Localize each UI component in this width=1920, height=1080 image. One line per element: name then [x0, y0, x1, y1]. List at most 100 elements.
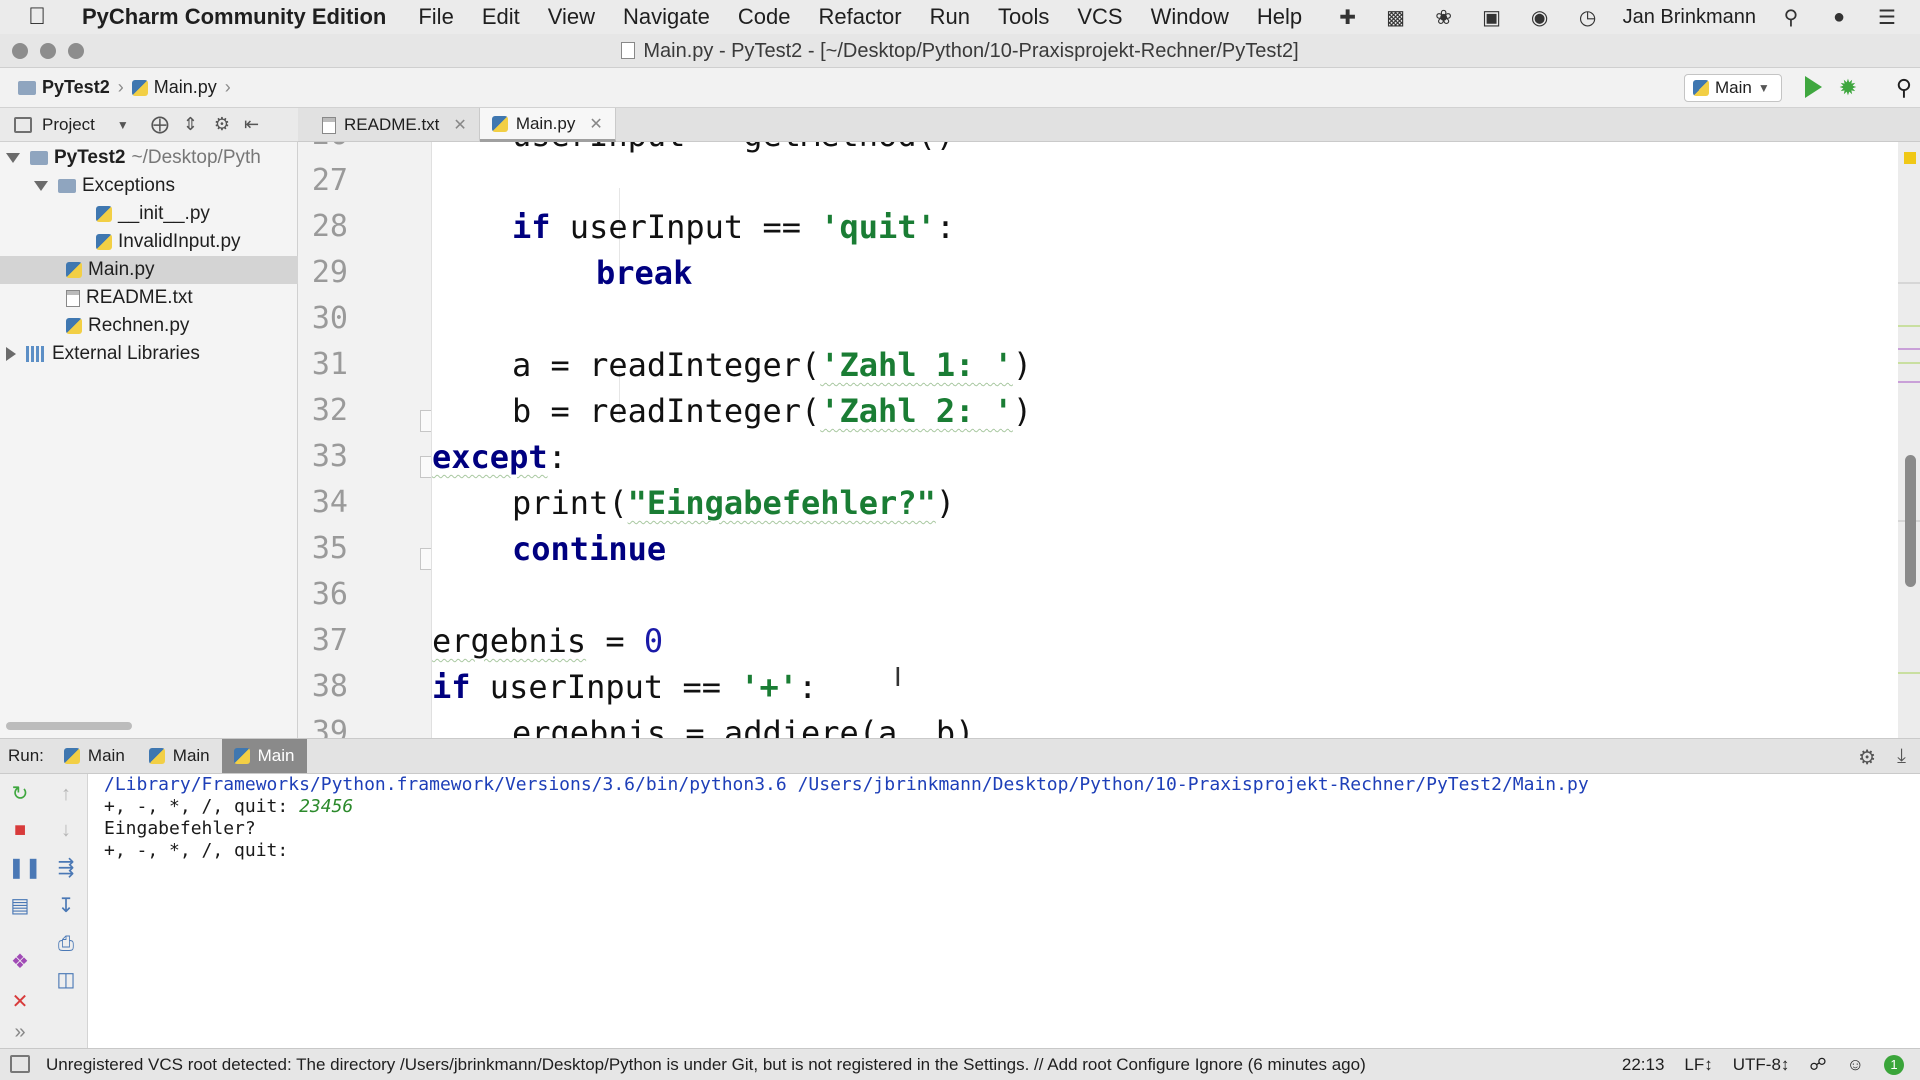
tree-item-rechnen[interactable]: Rechnen.py: [0, 312, 298, 340]
run-console[interactable]: /Library/Frameworks/Python.framework/Ver…: [88, 774, 1920, 1048]
code-text: ): [1012, 346, 1033, 384]
close-icon[interactable]: ✕: [589, 114, 602, 134]
tab-readme[interactable]: README.txt ✕: [310, 108, 480, 142]
code-string: '+': [740, 668, 799, 706]
menu-window[interactable]: Window: [1151, 4, 1229, 30]
settings-icon[interactable]: ⚙: [214, 114, 230, 135]
search-icon[interactable]: ⚲: [1896, 75, 1912, 101]
expand-arrow-icon[interactable]: [6, 347, 16, 361]
apple-icon[interactable]: : [28, 3, 68, 31]
run-configuration-select[interactable]: Main ▼: [1684, 74, 1782, 102]
spotlight-search-icon[interactable]: ⚲: [1778, 6, 1804, 29]
pause-icon[interactable]: ❚❚: [8, 856, 42, 880]
down-arrow-icon[interactable]: ↓: [54, 818, 78, 842]
menu-view[interactable]: View: [548, 4, 595, 30]
chat-icon[interactable]: ◉: [1527, 6, 1553, 29]
menu-edit[interactable]: Edit: [482, 4, 520, 30]
siri-icon[interactable]: ●: [1826, 6, 1852, 28]
app-menu[interactable]: PyCharm Community Edition: [82, 4, 386, 30]
menu-tools[interactable]: Tools: [998, 4, 1049, 30]
run-icon[interactable]: [1805, 76, 1822, 98]
close-icon[interactable]: ✕: [453, 115, 466, 135]
caret-position[interactable]: 22:13: [1622, 1055, 1665, 1075]
restore-layout-icon[interactable]: ▤: [8, 894, 32, 918]
chevron-down-icon[interactable]: ▼: [117, 118, 129, 132]
tree-item-exceptions[interactable]: Exceptions: [0, 172, 298, 200]
debug-icon[interactable]: ✹: [1836, 76, 1860, 100]
fold-marker-icon[interactable]: [420, 410, 431, 432]
settings-icon[interactable]: ⚙: [1858, 745, 1876, 770]
error-stripe-marker[interactable]: [1898, 672, 1920, 674]
lock-icon[interactable]: ☍: [1809, 1055, 1826, 1075]
inspector-icon[interactable]: ☺: [1847, 1055, 1864, 1075]
camera-icon[interactable]: ▣: [1479, 6, 1505, 29]
error-stripe-marker[interactable]: [1898, 325, 1920, 327]
tree-item-label: README.txt: [86, 287, 193, 308]
stop-icon[interactable]: ■: [8, 818, 32, 842]
notification-center-icon[interactable]: ☰: [1874, 6, 1900, 29]
menu-vcs[interactable]: VCS: [1077, 4, 1122, 30]
breadcrumb-file[interactable]: Main.py: [128, 77, 221, 98]
menu-code[interactable]: Code: [738, 4, 791, 30]
tab-main[interactable]: Main.py ✕: [479, 108, 616, 142]
expand-arrow-icon[interactable]: [34, 181, 48, 191]
rerun-icon[interactable]: ↻: [8, 782, 32, 806]
adobe-icon[interactable]: ▩: [1383, 6, 1409, 29]
soft-wrap-icon[interactable]: ⇶: [54, 856, 78, 880]
fold-marker-icon[interactable]: [420, 456, 431, 478]
user-name[interactable]: Jan Brinkmann: [1623, 6, 1756, 29]
tree-item-readme[interactable]: README.txt: [0, 284, 298, 312]
collapse-all-icon[interactable]: ⇕: [183, 114, 198, 135]
toggle-tool-windows-icon[interactable]: [10, 1055, 30, 1073]
horizontal-scrollbar[interactable]: [6, 722, 132, 730]
error-stripe-marker[interactable]: [1898, 348, 1920, 350]
tree-item-main[interactable]: Main.py: [0, 256, 298, 284]
error-stripe-marker[interactable]: [1898, 362, 1920, 364]
menu-run[interactable]: Run: [930, 4, 970, 30]
code-string: "Eingabefehler?": [627, 484, 936, 522]
breadcrumb-separator-icon: ›: [224, 77, 231, 97]
line-separator-select[interactable]: LF↕: [1684, 1055, 1712, 1075]
expand-arrow-icon[interactable]: [6, 153, 20, 163]
scroll-to-end-icon[interactable]: ↧: [54, 894, 78, 918]
tree-item-external-libraries[interactable]: External Libraries: [0, 340, 298, 368]
up-arrow-icon[interactable]: ↑: [54, 782, 78, 806]
pin-icon[interactable]: ❖: [8, 950, 32, 974]
close-icon[interactable]: ✕: [8, 990, 32, 1014]
error-stripe-marker[interactable]: [1898, 282, 1920, 284]
console-output: Eingabefehler?: [104, 818, 256, 839]
tree-item-init[interactable]: __init__.py: [0, 200, 298, 228]
menu-file[interactable]: File: [418, 4, 453, 30]
vertical-scrollbar[interactable]: [1905, 455, 1916, 587]
encoding-select[interactable]: UTF-8↕: [1733, 1055, 1790, 1075]
run-tab-2[interactable]: Main: [137, 739, 222, 773]
status-message[interactable]: Unregistered VCS root detected: The dire…: [46, 1055, 1366, 1075]
warning-indicator-icon[interactable]: [1904, 152, 1916, 164]
scroll-from-source-icon[interactable]: ⨁: [151, 114, 169, 135]
print-icon[interactable]: ⎙: [54, 932, 78, 956]
leaf-icon[interactable]: ❀: [1431, 6, 1457, 29]
clear-trash-icon[interactable]: ◫: [54, 968, 78, 992]
menu-help[interactable]: Help: [1257, 4, 1302, 30]
tree-item-label: External Libraries: [52, 343, 200, 364]
fold-marker-icon[interactable]: [420, 548, 431, 570]
menu-refactor[interactable]: Refactor: [818, 4, 901, 30]
hide-panel-icon[interactable]: ⤓: [1897, 745, 1906, 768]
hide-panel-icon[interactable]: ⇤: [244, 114, 259, 135]
menu-navigate[interactable]: Navigate: [623, 4, 710, 30]
run-tab-3[interactable]: Main: [221, 739, 307, 773]
tree-item-invalidinput[interactable]: InvalidInput.py: [0, 228, 298, 256]
breadcrumb-project[interactable]: PyTest2: [14, 77, 114, 98]
more-icon[interactable]: »: [8, 1020, 32, 1044]
tree-item-label: Exceptions: [82, 175, 175, 196]
run-tab-label: Main: [172, 746, 210, 765]
run-tab-1[interactable]: Main: [52, 739, 137, 773]
code-text: =: [586, 622, 644, 660]
event-log-badge[interactable]: 1: [1884, 1055, 1904, 1075]
error-stripe-marker[interactable]: [1898, 381, 1920, 383]
tree-item-pytest2[interactable]: PyTest2 ~/Desktop/Pyth: [0, 144, 298, 172]
plus-cross-icon[interactable]: ✚: [1335, 6, 1361, 29]
project-view-select[interactable]: Project: [42, 115, 95, 135]
code-editor[interactable]: userInput = getMethod() if userInput == …: [432, 142, 1898, 738]
time-machine-icon[interactable]: ◷: [1575, 6, 1601, 29]
